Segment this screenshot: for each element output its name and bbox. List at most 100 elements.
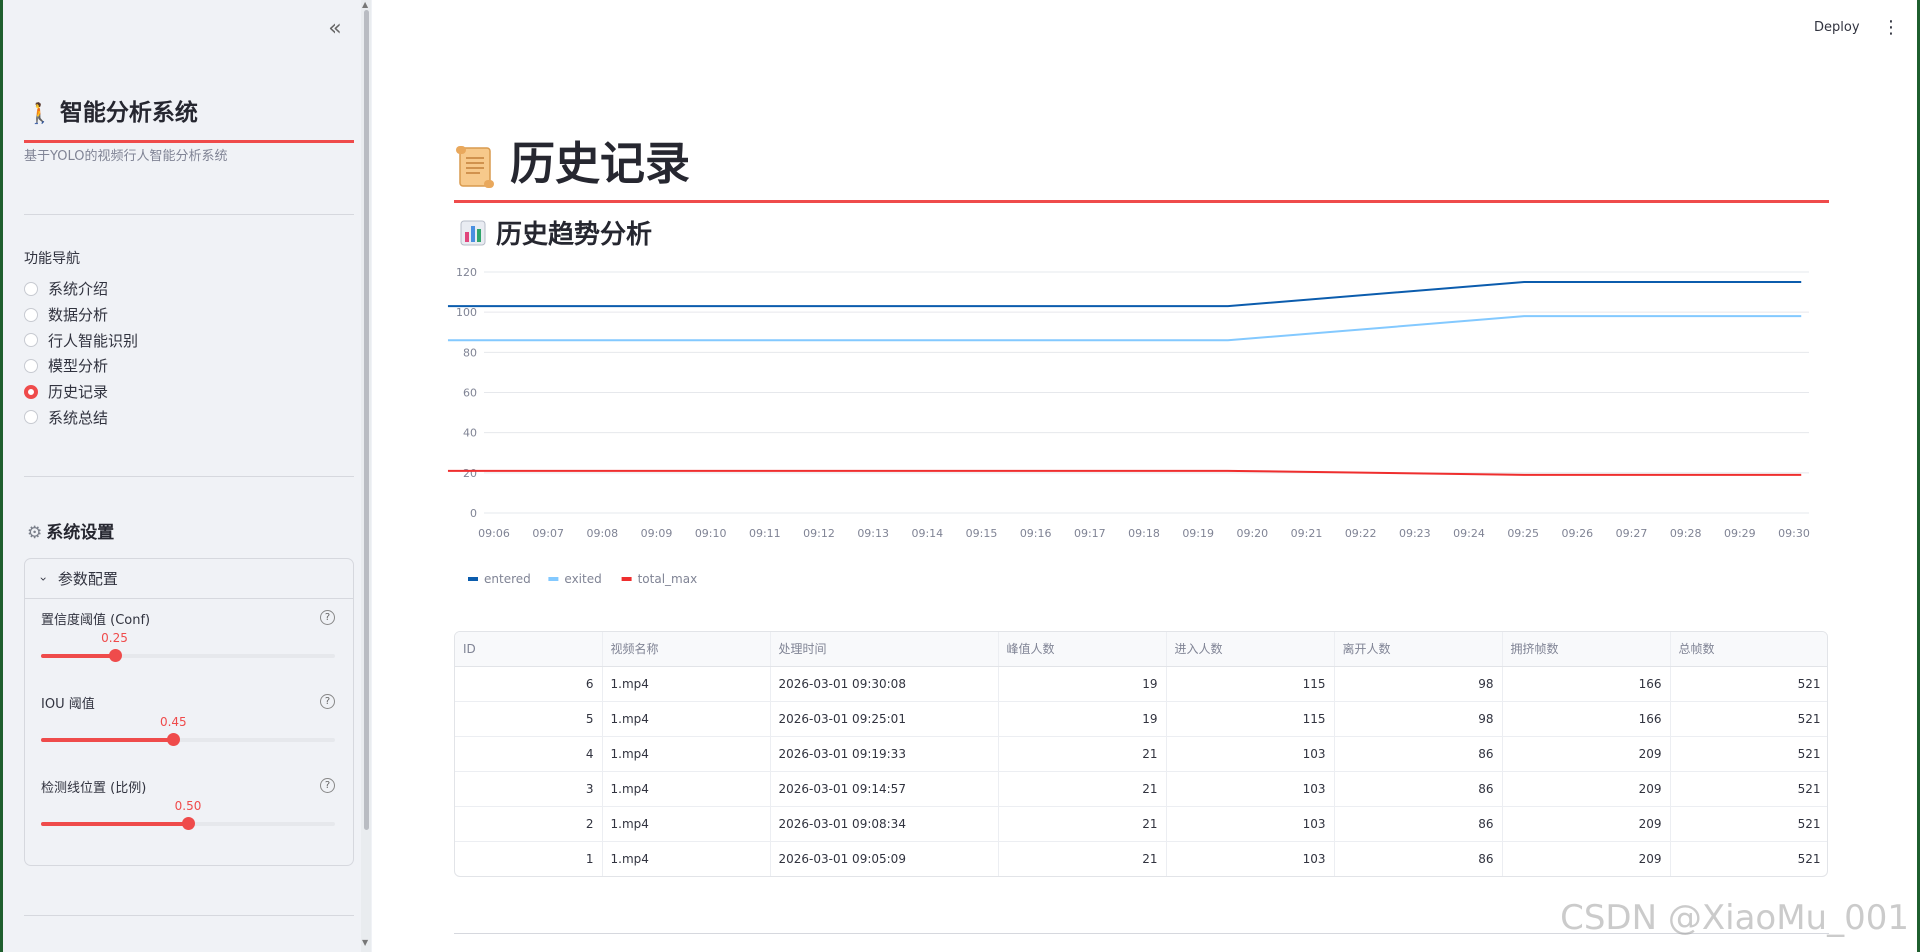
nav-item[interactable]: 行人智能识别 [24, 327, 138, 353]
table-cell: 1.mp4 [602, 806, 771, 842]
history-table[interactable]: ID 视频名称 处理时间 峰值人数 进入人数 离开人数 拥挤帧数 总帧数 6 1.mp4 2026… [454, 631, 1828, 877]
expander-header[interactable]: › 参数配置 [25, 559, 353, 599]
slider-thumb[interactable] [167, 733, 181, 746]
table-row[interactable]: 6 1.mp4 2026-03-01 09:30:08 19 115 98 166 521 [455, 666, 1827, 702]
nav-item[interactable]: 系统介绍 [24, 276, 138, 302]
column-header[interactable]: 总帧数 [1670, 632, 1827, 667]
sidebar: « 🚶 智能分析系统 基于YOLO的视频行人智能分析系统 功能导航 系统介绍 数据分… [3, 0, 372, 952]
x-tick-label: 09:18 [1128, 527, 1160, 540]
column-header[interactable]: 峰值人数 [998, 632, 1167, 667]
table-cell: 21 [998, 841, 1167, 876]
x-tick-label: 09:10 [695, 527, 727, 540]
y-tick-label: 40 [463, 427, 477, 440]
sidebar-divider [24, 915, 354, 916]
nav-radio-group: 系统介绍数据分析行人智能识别模型分析历史记录 系统总结 [24, 276, 138, 430]
nav-label: 功能导航 [24, 251, 80, 267]
table-row[interactable]: 2 1.mp4 2026-03-01 09:08:34 21 103 86 209 521 [455, 806, 1827, 842]
table-cell: 2026-03-01 09:19:33 [770, 736, 999, 772]
deploy-button[interactable]: Deploy [1814, 20, 1860, 35]
kebab-menu-icon[interactable]: ⋮ [1882, 18, 1900, 38]
table-cell: 2026-03-01 09:05:09 [770, 841, 999, 876]
brand-title: 智能分析系统 [59, 100, 198, 126]
legend-swatch [468, 577, 478, 581]
column-header[interactable]: 离开人数 [1334, 632, 1503, 667]
page-title: 历史记录 [454, 127, 690, 192]
x-tick-label: 09:25 [1507, 527, 1539, 540]
table-cell: 21 [998, 736, 1167, 772]
x-tick-label: 09:12 [803, 527, 835, 540]
radio-selected-icon[interactable] [24, 384, 38, 399]
nav-item[interactable]: 系统总结 [24, 404, 138, 430]
radio-icon[interactable] [24, 307, 38, 322]
nav-item-label: 模型分析 [48, 357, 109, 376]
nav-item-label: 数据分析 [48, 306, 109, 325]
slider-thumb[interactable] [108, 649, 122, 662]
table-cell: 103 [1166, 771, 1335, 807]
brand: 🚶 智能分析系统 [27, 93, 198, 127]
table-header-row: ID 视频名称 处理时间 峰值人数 进入人数 离开人数 拥挤帧数 总帧数 [455, 632, 1827, 667]
column-header[interactable]: 进入人数 [1166, 632, 1335, 667]
radio-icon[interactable] [24, 358, 38, 373]
x-tick-label: 09:30 [1778, 527, 1810, 540]
help-icon[interactable]: ? [320, 610, 335, 625]
x-tick-label: 09:07 [532, 527, 564, 540]
chart-svg: 0 20 40 60 80 100 120 09:06 09:07 09:08 09:09 09:10… [447, 266, 1810, 586]
x-tick-label: 09:20 [1236, 527, 1268, 540]
legend-swatch [621, 577, 632, 581]
table-cell: 1.mp4 [602, 666, 771, 702]
slider-track[interactable]: 0.50 [41, 799, 335, 830]
radio-icon[interactable] [24, 410, 38, 425]
column-header[interactable]: 拥挤帧数 [1502, 632, 1671, 667]
slider-fill [41, 738, 174, 742]
table-cell: 103 [1166, 806, 1335, 842]
x-tick-label: 09:15 [966, 527, 998, 540]
chevron-down-icon: › [36, 576, 51, 581]
column-header[interactable]: 处理时间 [770, 632, 999, 667]
scroll-down-icon[interactable]: ▼ [362, 938, 368, 947]
slider-value: 0.45 [159, 715, 187, 729]
slider-label: 置信度阈值 (Conf) [41, 613, 151, 628]
table-cell: 2026-03-01 09:30:08 [770, 666, 999, 702]
legend-label: total_max [638, 572, 698, 586]
slider-thumb[interactable] [182, 817, 195, 830]
radio-icon[interactable] [24, 281, 38, 296]
slider-fill [41, 822, 188, 826]
radio-icon[interactable] [24, 333, 38, 348]
nav-item[interactable]: 数据分析 [24, 302, 138, 328]
slider-track[interactable]: 0.25 [41, 631, 335, 662]
table-body: 6 1.mp4 2026-03-01 09:30:08 19 115 98 166 521 5 1… [455, 666, 1827, 876]
nav-item[interactable]: 历史记录 [24, 379, 138, 405]
help-icon[interactable]: ? [320, 778, 335, 793]
nav-item[interactable]: 模型分析 [24, 353, 138, 379]
y-tick-label: 80 [463, 346, 477, 359]
table-cell: 1.mp4 [602, 701, 771, 737]
table-cell: 115 [1166, 666, 1335, 702]
gear-icon: ⚙ [27, 523, 43, 543]
section-title-text: 历史趋势分析 [496, 220, 653, 250]
x-tick-label: 09:26 [1561, 527, 1593, 540]
sidebar-scrollbar-thumb[interactable] [364, 10, 369, 830]
help-icon[interactable]: ? [320, 694, 335, 709]
table-row[interactable]: 1 1.mp4 2026-03-01 09:05:09 21 103 86 209 521 [455, 841, 1827, 876]
y-tick-label: 0 [470, 507, 477, 520]
column-header[interactable]: ID [455, 632, 603, 667]
legend-label: exited [564, 572, 601, 586]
scroll-up-icon[interactable]: ▲ [362, 0, 368, 9]
x-tick-label: 09:06 [478, 527, 510, 540]
x-tick-label: 09:24 [1453, 527, 1485, 540]
table-row[interactable]: 4 1.mp4 2026-03-01 09:19:33 21 103 86 209 521 [455, 736, 1827, 772]
table-row[interactable]: 5 1.mp4 2026-03-01 09:25:01 19 115 98 166 521 [455, 701, 1827, 737]
column-header[interactable]: 视频名称 [602, 632, 771, 667]
table-cell: 86 [1334, 841, 1503, 876]
main-content: Deploy ⋮ 历史记录 历史趋势分析 0 20 40 60 80 100 1… [372, 0, 1917, 952]
table-cell: 209 [1502, 806, 1671, 842]
table-cell: 521 [1670, 701, 1827, 737]
x-tick-label: 09:08 [586, 527, 618, 540]
double-chevron-left-icon[interactable]: « [321, 16, 349, 44]
table-cell: 19 [998, 701, 1167, 737]
legend-label: entered [484, 572, 531, 586]
slider-track[interactable]: 0.45 [41, 715, 335, 746]
table-row[interactable]: 3 1.mp4 2026-03-01 09:14:57 21 103 86 209 521 [455, 771, 1827, 807]
x-tick-label: 09:14 [911, 527, 943, 540]
series-line-exited [447, 315, 1802, 342]
